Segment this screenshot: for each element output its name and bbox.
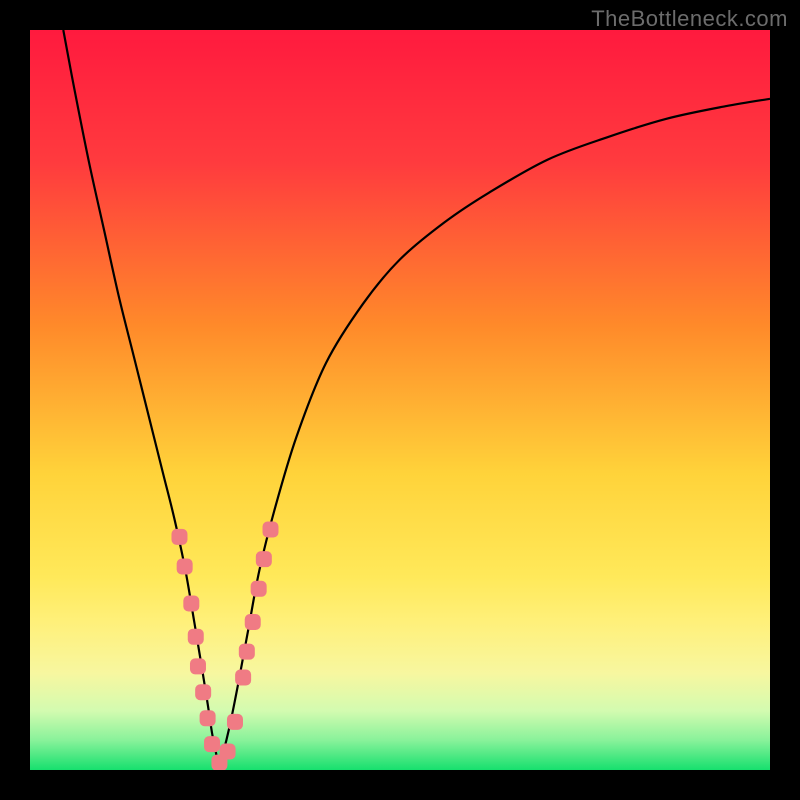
data-point-marker	[256, 551, 272, 567]
data-point-marker	[204, 736, 220, 752]
data-point-marker	[183, 596, 199, 612]
data-point-marker	[263, 522, 279, 538]
plot-area	[30, 30, 770, 770]
data-point-marker	[251, 581, 267, 597]
data-point-marker	[177, 559, 193, 575]
data-point-marker	[171, 529, 187, 545]
data-point-marker	[227, 714, 243, 730]
data-point-marker	[239, 644, 255, 660]
chart-frame: TheBottleneck.com	[0, 0, 800, 800]
watermark-text: TheBottleneck.com	[591, 6, 788, 32]
data-point-marker	[195, 684, 211, 700]
marker-group	[171, 522, 278, 771]
bottleneck-curve	[63, 30, 770, 765]
data-point-marker	[245, 614, 261, 630]
data-point-marker	[200, 710, 216, 726]
data-point-marker	[235, 670, 251, 686]
curve-layer	[30, 30, 770, 770]
data-point-marker	[190, 658, 206, 674]
data-point-marker	[188, 629, 204, 645]
data-point-marker	[220, 744, 236, 760]
